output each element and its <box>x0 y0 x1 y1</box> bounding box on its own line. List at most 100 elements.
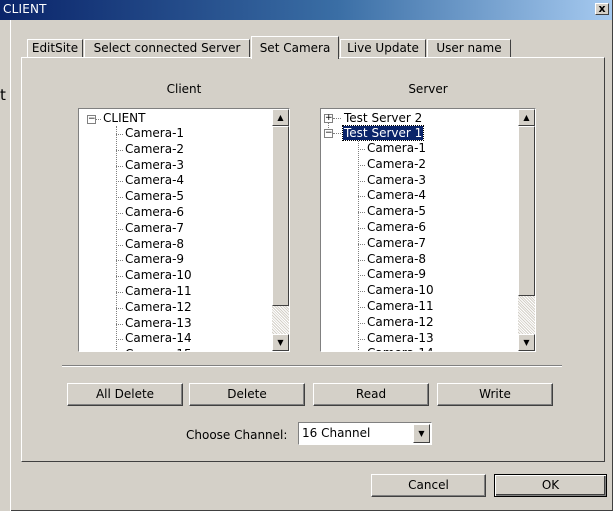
tree-connector <box>358 180 365 182</box>
scroll-thumb[interactable] <box>518 126 535 296</box>
tree-camera-item[interactable]: Camera-12 <box>125 300 192 315</box>
tab-user-name[interactable]: User name <box>427 39 511 58</box>
client-scrollbar[interactable]: ▲ ▼ <box>272 109 289 351</box>
tab-set-camera[interactable]: Set Camera <box>251 36 339 59</box>
tree-connector <box>96 119 101 120</box>
tree-connector <box>116 181 123 183</box>
tree-connector <box>116 339 123 341</box>
tree-camera-item[interactable]: Camera-3 <box>367 173 426 188</box>
tree-connector <box>358 291 365 293</box>
scroll-up-button[interactable]: ▲ <box>272 109 289 126</box>
tab-label: User name <box>436 41 502 55</box>
tree-camera-item[interactable]: Camera-2 <box>367 157 426 172</box>
tree-camera-item[interactable]: Camera-4 <box>125 173 184 188</box>
scroll-up-button[interactable]: ▲ <box>518 109 535 126</box>
tree-connector <box>358 228 365 229</box>
tree-connector <box>116 134 123 135</box>
tree-connector <box>358 212 365 214</box>
tree-camera-item[interactable]: Camera-4 <box>367 188 426 203</box>
tab-label: Select connected Server <box>93 41 241 55</box>
tree-camera-item[interactable]: Camera-13 <box>125 316 192 331</box>
tree-camera-item[interactable]: Camera-8 <box>125 237 184 252</box>
tab-label: EditSite <box>31 41 79 55</box>
close-button[interactable]: x <box>595 3 609 15</box>
tree-connector <box>116 244 123 246</box>
tree-connector <box>116 149 123 151</box>
tree-camera-item[interactable]: Camera-5 <box>367 204 426 219</box>
tree-connector <box>358 322 365 324</box>
tree-connector <box>116 228 123 230</box>
tree-camera-item[interactable]: Camera-7 <box>125 221 184 236</box>
tree-camera-item[interactable]: Camera-8 <box>367 252 426 267</box>
tree-camera-item[interactable]: Camera-12 <box>367 315 434 330</box>
cancel-button[interactable]: Cancel <box>371 474 486 497</box>
write-button[interactable]: Write <box>437 383 553 406</box>
tree-connector <box>116 292 123 293</box>
tree-server-test-server-2[interactable]: Test Server 2 <box>344 111 422 126</box>
tree-camera-item[interactable]: Camera-1 <box>125 126 184 141</box>
tree-camera-item[interactable]: Camera-6 <box>367 220 426 235</box>
tree-camera-item[interactable]: Camera-13 <box>367 331 434 346</box>
tab-editsite[interactable]: EditSite <box>27 39 83 58</box>
tree-camera-item[interactable]: Camera-11 <box>367 299 434 314</box>
scroll-thumb[interactable] <box>272 126 289 306</box>
server-heading: Server <box>408 82 448 96</box>
scroll-down-button[interactable]: ▼ <box>272 334 289 351</box>
tree-camera-item[interactable]: Camera-2 <box>125 142 184 157</box>
read-button[interactable]: Read <box>313 383 429 406</box>
client-window: CLIENT x t EditSite Select connected Ser… <box>0 0 613 511</box>
channel-select-value: 16 Channel <box>302 426 371 440</box>
dropdown-arrow-icon[interactable]: ▼ <box>413 424 430 443</box>
tree-connector <box>116 323 123 325</box>
tab-label: Set Camera <box>259 41 331 55</box>
ok-button[interactable]: OK <box>494 474 607 497</box>
tree-connector <box>358 307 365 308</box>
delete-button[interactable]: Delete <box>189 383 305 406</box>
tree-connector <box>358 141 359 351</box>
tree-connector <box>116 276 123 278</box>
tree-camera-item[interactable]: Camera-10 <box>125 268 192 283</box>
tab-label: Live Update <box>347 41 419 55</box>
tree-connector <box>358 196 365 198</box>
scroll-down-button[interactable]: ▼ <box>518 334 535 351</box>
background-window-strip: t <box>0 20 11 511</box>
tree-camera-item[interactable]: Camera-15 <box>125 347 192 351</box>
tree-camera-item[interactable]: Camera-11 <box>125 284 192 299</box>
tree-server-test-server-1[interactable]: Test Server 1 <box>341 125 425 141</box>
selected-server-label: Test Server 1 <box>341 125 425 141</box>
tree-connector <box>116 260 123 262</box>
title-bar[interactable]: CLIENT x <box>0 0 612 20</box>
server-scrollbar[interactable]: ▲ ▼ <box>518 109 535 351</box>
tree-connector <box>358 149 365 150</box>
tree-connector <box>116 307 123 309</box>
tree-camera-item[interactable]: Camera-7 <box>367 236 426 251</box>
tree-connector <box>333 118 341 119</box>
collapse-icon[interactable]: − <box>87 115 96 124</box>
tree-camera-item[interactable]: Camera-14 <box>367 346 434 351</box>
tree-camera-item[interactable]: Camera-3 <box>125 158 184 173</box>
tree-connector <box>116 165 123 167</box>
tree-connector <box>358 259 365 261</box>
tree-camera-item[interactable]: Camera-10 <box>367 283 434 298</box>
tab-select-connected-server[interactable]: Select connected Server <box>84 39 250 58</box>
window-title: CLIENT <box>3 2 47 16</box>
tree-camera-item[interactable]: Camera-5 <box>125 189 184 204</box>
tree-connector <box>116 213 123 214</box>
tree-connector <box>358 338 365 340</box>
all-delete-button[interactable]: All Delete <box>67 383 183 406</box>
collapse-icon[interactable]: − <box>324 129 333 138</box>
expand-icon[interactable]: + <box>324 114 333 123</box>
tab-live-update[interactable]: Live Update <box>340 39 426 58</box>
channel-select[interactable]: 16 Channel ▼ <box>298 422 432 445</box>
tree-connector <box>358 275 365 277</box>
background-text-fragment: t <box>0 86 6 104</box>
server-tree[interactable]: + Test Server 2 − Test Server 1 Camera-1… <box>320 108 536 352</box>
tree-camera-item[interactable]: Camera-9 <box>367 267 426 282</box>
tree-camera-item[interactable]: Camera-14 <box>125 331 192 346</box>
tree-camera-item[interactable]: Camera-9 <box>125 252 184 267</box>
tree-root-client[interactable]: CLIENT <box>103 111 146 126</box>
server-tree-content: + Test Server 2 − Test Server 1 Camera-1… <box>321 109 517 351</box>
client-tree[interactable]: − CLIENT Camera-1 Camera-2 Camera-3 Camera-… <box>78 108 290 352</box>
tree-camera-item[interactable]: Camera-6 <box>125 205 184 220</box>
tree-camera-item[interactable]: Camera-1 <box>367 141 426 156</box>
